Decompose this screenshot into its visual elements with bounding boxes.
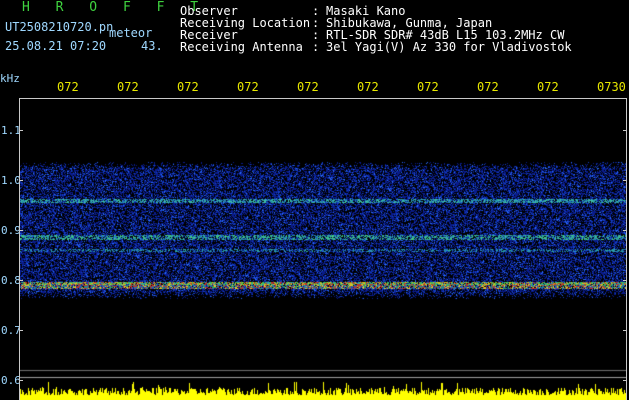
frame-tick: [19, 330, 23, 331]
frame-tick: [19, 280, 23, 281]
frame-tick: [623, 380, 627, 381]
time-tick: 072: [297, 80, 319, 94]
khz-tick: 0.7: [1, 324, 21, 337]
info-label-antenna: Receiving Antenna: [180, 40, 303, 54]
khz-tick: 0.6: [1, 374, 21, 387]
time-tick: 072: [477, 80, 499, 94]
frame-tick: [623, 180, 627, 181]
frame-tick: [623, 130, 627, 131]
datetime-label: 25.08.21 07:20: [5, 39, 107, 53]
khz-tick: 0.8: [1, 274, 21, 287]
frame-tick: [19, 130, 23, 131]
time-tick: 072: [117, 80, 139, 94]
spectrogram-frame: [19, 98, 627, 400]
khz-unit-label: kHz: [0, 72, 20, 85]
info-sep-antenna: :: [312, 40, 320, 54]
frame-tick: [623, 280, 627, 281]
frame-tick: [19, 380, 23, 381]
time-tick: 072: [537, 80, 559, 94]
frame-tick: [623, 230, 627, 231]
khz-tick: 1.0: [1, 174, 21, 187]
time-tick: 072: [57, 80, 79, 94]
khz-tick: 1.1: [1, 124, 21, 137]
frame-tick: [19, 180, 23, 181]
time-tick: 072: [177, 80, 199, 94]
time-tick: 072: [237, 80, 259, 94]
meteor-label: meteor: [109, 26, 153, 40]
frame-tick: [623, 330, 627, 331]
frame-tick: [19, 230, 23, 231]
time-tick: 072: [357, 80, 379, 94]
meteor-count: 43.: [141, 39, 163, 53]
time-tick: 072: [417, 80, 439, 94]
khz-tick: 0.9: [1, 224, 21, 237]
time-tick: 0730: [597, 80, 626, 94]
filename-label: UT2508210720.pn: [5, 20, 114, 34]
info-value-antenna: 3el Yagi(V) Az 330 for Vladivostok: [326, 40, 572, 54]
